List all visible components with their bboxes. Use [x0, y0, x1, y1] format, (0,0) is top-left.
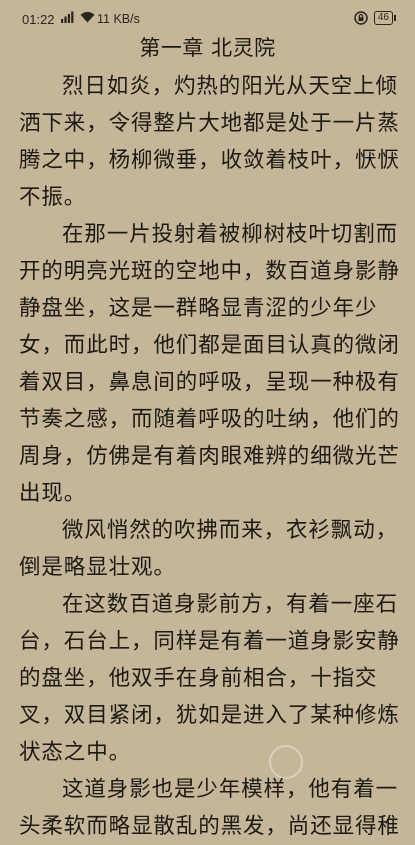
paragraph: 烈日如炎，灼热的阳光从天空上倾洒下来，令得整片大地都是处于一片蒸腾之中，杨柳微垂… [19, 74, 400, 210]
watermark-circle-icon [269, 745, 303, 779]
rotation-lock-icon [354, 11, 368, 25]
paragraph: 在那一片投射着被柳树枝叶切割而开的明亮光斑的空地中，数百道身影静静盘坐，这是一群… [19, 222, 400, 506]
status-right-icons: 46 [354, 11, 397, 25]
reading-content[interactable]: 烈日如炎，灼热的阳光从天空上倾洒下来，令得整片大地都是处于一片蒸腾之中，杨柳微垂… [19, 68, 407, 845]
network-speed: 11 KB/s [97, 12, 140, 26]
paragraph: 微风悄然的吹拂而来，衣衫飘动，倒是略显壮观。 [19, 518, 399, 580]
battery-level: 46 [377, 12, 389, 23]
status-time: 01:22 [22, 12, 55, 27]
chapter-title: 第一章 北灵院 [139, 36, 276, 60]
status-icons [61, 11, 95, 23]
cellular-signal-icon [61, 11, 74, 23]
watermark-logo [269, 743, 409, 783]
battery-icon: 46 [373, 11, 397, 25]
wifi-icon [80, 11, 95, 23]
